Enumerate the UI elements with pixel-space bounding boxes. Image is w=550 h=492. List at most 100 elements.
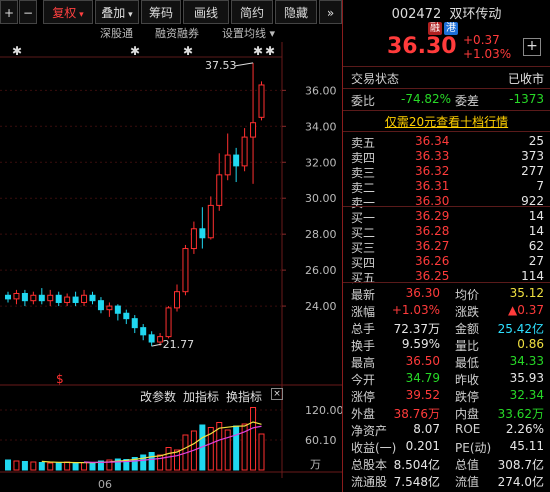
volume-bar	[174, 449, 180, 471]
stat-value: 274.0亿	[497, 475, 544, 489]
switch-indicator-button[interactable]: 换指标	[226, 388, 262, 405]
volume-bar	[38, 462, 45, 471]
x-axis-label: 06	[98, 478, 112, 491]
bid-volume: 14	[528, 209, 544, 223]
stat-value: 36.50	[405, 354, 440, 368]
candlestick-chart[interactable]: 36.00 34.00 32.00 30.00 28.00 26.00 24.00 37.53…	[0, 0, 342, 492]
candle-body	[123, 312, 130, 320]
stat-value: 72.37万	[393, 322, 440, 336]
candle-body	[106, 305, 113, 311]
order-diff-label: 委差	[455, 94, 480, 108]
close-indicator-icon[interactable]: ×	[271, 388, 283, 400]
candle-body	[182, 248, 189, 293]
ask-row[interactable]: 卖五 36.34 25	[343, 134, 550, 150]
stats-row: 最新 36.30 均价 35.12	[343, 286, 550, 302]
volume-bar	[13, 460, 20, 471]
volume-bar	[148, 452, 155, 471]
stats-row: 流通股 7.548亿 流值 274.0亿	[343, 473, 550, 489]
bid-row[interactable]: 买三 36.27 62	[343, 239, 550, 255]
volume-bar	[47, 462, 54, 471]
dividend-marker-icon[interactable]: $	[56, 372, 64, 386]
ask-volume: 7	[536, 179, 544, 193]
order-diff-value: -1373	[509, 92, 544, 106]
stats-row: 净资产 8.07 ROE 2.26%	[343, 422, 550, 438]
order-ratio-label: 委比	[351, 94, 376, 108]
bid-volume: 62	[528, 239, 544, 253]
stat-value: 36.30	[405, 286, 440, 300]
current-price: 36.30	[387, 34, 457, 59]
stat-label: 总手	[351, 322, 376, 336]
ask-row[interactable]: 卖三 36.32 277	[343, 164, 550, 180]
y-tick-label: 26.00	[305, 264, 337, 277]
volume-bar	[81, 462, 88, 471]
level2-promo-link[interactable]: 仅需20元查看十档行情	[343, 113, 550, 130]
stat-label: 涨幅	[351, 305, 376, 319]
y-tick-label: 32.00	[305, 156, 337, 169]
bid-row[interactable]: 买二 36.28 14	[343, 224, 550, 240]
ask-row[interactable]: 卖二 36.31 7	[343, 179, 550, 195]
volume-bar	[21, 461, 28, 471]
candle-body	[241, 136, 248, 167]
stat-value: 9.59%	[401, 337, 440, 351]
stat-value: 8.07	[413, 422, 440, 436]
stat-value: ▲0.37	[508, 303, 544, 317]
stat-label: 总值	[455, 458, 480, 472]
stat-label: PE(动)	[455, 441, 492, 455]
stat-value: 0.86	[517, 337, 544, 351]
ask-row[interactable]: 卖四 36.33 373	[343, 149, 550, 165]
stat-label: 最新	[351, 288, 376, 302]
stat-label: ROE	[455, 422, 481, 436]
candle-body	[47, 294, 54, 302]
y-tick-label: 28.00	[305, 228, 337, 241]
bid-level-label: 买五	[351, 271, 376, 285]
bid-volume: 114	[521, 269, 544, 283]
ask-price: 36.33	[415, 149, 450, 163]
bid-price: 36.28	[415, 224, 450, 238]
candle-body	[148, 334, 155, 343]
y-tick-label: 34.00	[305, 120, 337, 133]
volume-bar	[233, 425, 240, 471]
candle-body	[174, 291, 180, 309]
order-ratio-value: -74.82%	[401, 92, 452, 106]
add-indicator-button[interactable]: 加指标	[183, 388, 219, 405]
stat-label: 净资产	[351, 424, 388, 438]
y-tick-label: 30.00	[305, 192, 337, 205]
candle-body	[258, 84, 265, 118]
bid-price: 36.25	[415, 269, 450, 283]
low-price-label: 21.77	[163, 338, 195, 351]
bid-price: 36.29	[415, 209, 450, 223]
edit-params-button[interactable]: 改参数	[140, 388, 176, 405]
stat-label: 金额	[455, 322, 480, 336]
candle-body	[233, 154, 240, 167]
divider	[343, 110, 550, 111]
volume-bar	[140, 454, 147, 471]
ask-row[interactable]: 卖一 36.30 922	[343, 194, 550, 210]
stats-row: 总股本 8.504亿 总值 308.7亿	[343, 456, 550, 472]
divider	[343, 88, 550, 89]
price-change: +0.37	[463, 33, 500, 47]
bid-row[interactable]: 买一 36.29 14	[343, 209, 550, 225]
ask-volume: 373	[521, 149, 544, 163]
candle-body	[5, 294, 11, 300]
ask-volume: 277	[521, 164, 544, 178]
bid-row[interactable]: 买四 36.26 27	[343, 254, 550, 270]
ask-price: 36.32	[415, 164, 450, 178]
high-price-label: 37.53	[205, 59, 237, 72]
y-tick-label: 36.00	[305, 84, 337, 97]
stats-row: 外盘 38.76万 内盘 33.62万	[343, 405, 550, 421]
stats-row: 今开 34.79 昨收 35.93	[343, 371, 550, 387]
candle-body	[216, 174, 223, 206]
ask-volume: 25	[528, 134, 544, 148]
stat-value: +1.03%	[391, 303, 440, 317]
stat-label: 涨停	[351, 390, 376, 404]
stat-value: 35.93	[509, 371, 544, 385]
stats-row: 最高 36.50 最低 34.33	[343, 354, 550, 370]
add-watchlist-button[interactable]: +	[523, 38, 541, 56]
stock-code: 002472	[391, 7, 442, 22]
trade-status-label: 交易状态	[351, 72, 400, 86]
candle-body	[21, 292, 28, 302]
ask-price: 36.34	[415, 134, 450, 148]
volume-bar	[157, 454, 164, 471]
volume-bar	[30, 461, 37, 471]
volume-bar	[165, 447, 172, 471]
